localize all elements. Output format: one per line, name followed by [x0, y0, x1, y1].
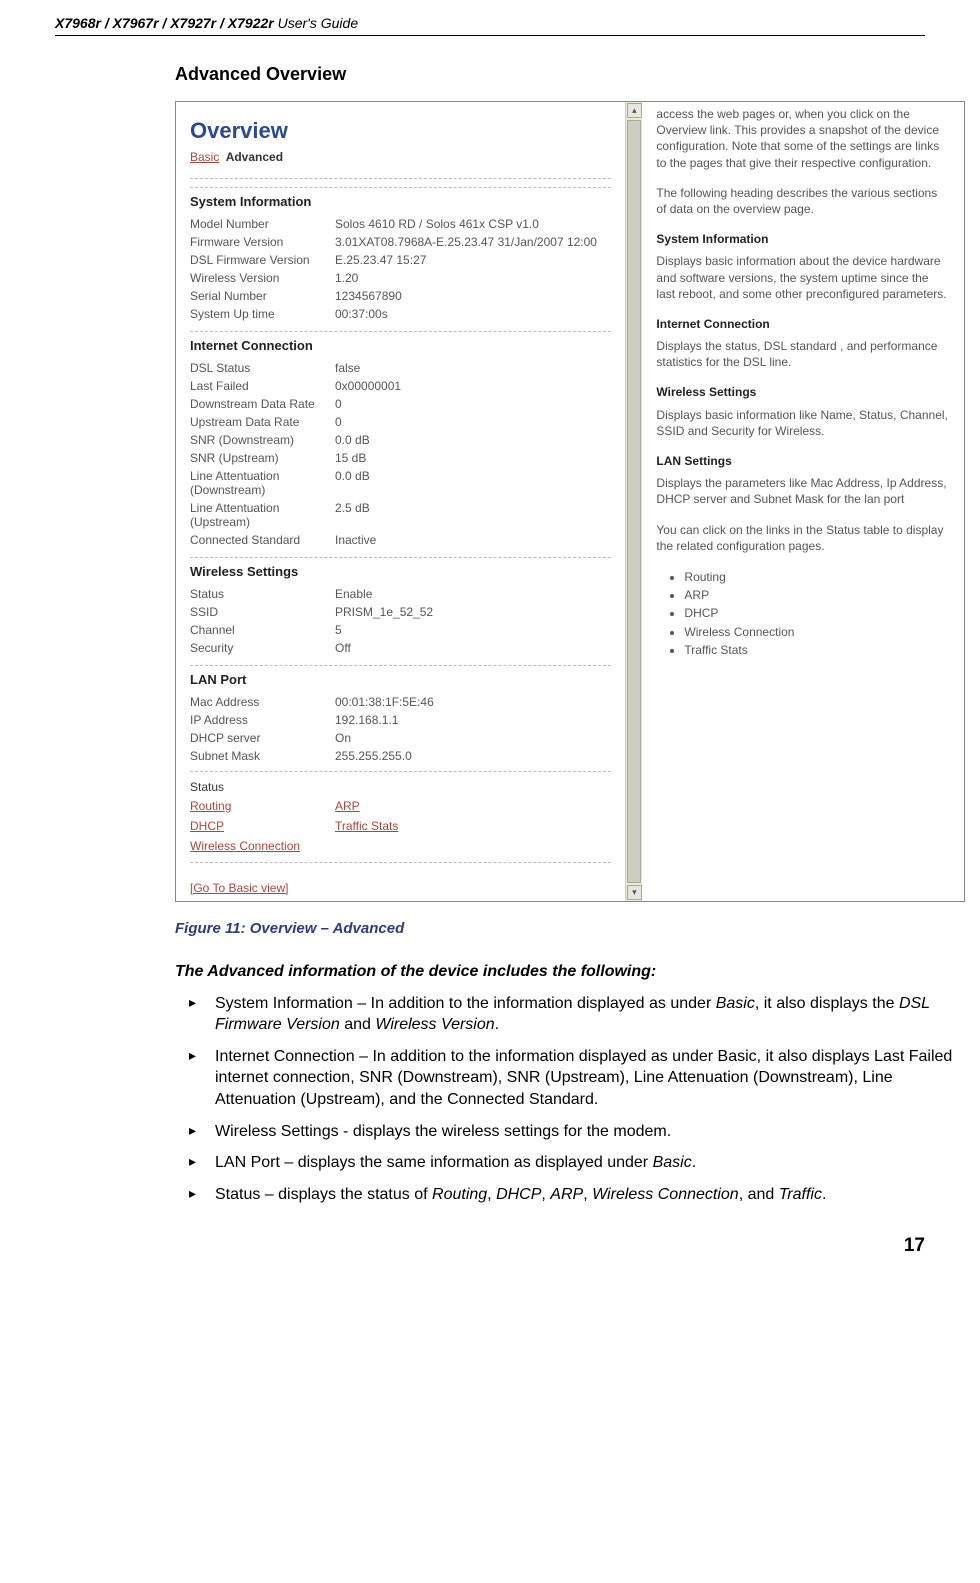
- help-heading: Internet Connection: [656, 316, 950, 332]
- table-row: SSIDPRISM_1e_52_52: [190, 603, 611, 621]
- help-text: Displays basic information about the dev…: [656, 253, 950, 302]
- tab-basic[interactable]: Basic: [190, 150, 219, 164]
- list-item: Traffic Stats: [684, 641, 950, 659]
- help-heading: System Information: [656, 231, 950, 247]
- status-row: DHCP Traffic Stats: [190, 816, 611, 836]
- divider: [190, 862, 611, 863]
- left-pane: Overview Basic Advanced System Informati…: [176, 102, 625, 901]
- status-row: Wireless Connection: [190, 836, 611, 856]
- divider: [190, 178, 611, 179]
- list-item: ARP: [684, 586, 950, 604]
- scrollbar[interactable]: ▴ ▾: [625, 102, 642, 901]
- list-item: Wireless Connection: [684, 623, 950, 641]
- lead-text: The Advanced information of the device i…: [175, 961, 955, 983]
- table-row: Mac Address00:01:38:1F:5E:46: [190, 693, 611, 711]
- status-link-routing[interactable]: Routing: [190, 799, 335, 813]
- table-row: DSL Firmware VersionE.25.23.47 15:27: [190, 251, 611, 269]
- table-row: Upstream Data Rate0: [190, 413, 611, 431]
- table-row: IP Address192.168.1.1: [190, 711, 611, 729]
- wireless-table: StatusEnable SSIDPRISM_1e_52_52 Channel5…: [190, 585, 611, 657]
- table-row: Firmware Version3.01XAT08.7968A-E.25.23.…: [190, 233, 611, 251]
- table-row: DHCP serverOn: [190, 729, 611, 747]
- table-row: StatusEnable: [190, 585, 611, 603]
- body-list: System Information – In addition to the …: [175, 993, 955, 1206]
- scroll-up-icon[interactable]: ▴: [627, 103, 642, 118]
- table-row: Downstream Data Rate0: [190, 395, 611, 413]
- list-item: Routing: [684, 568, 950, 586]
- help-bullets: Routing ARP DHCP Wireless Connection Tra…: [684, 568, 950, 659]
- table-row: SNR (Upstream)15 dB: [190, 449, 611, 467]
- lan-table: Mac Address00:01:38:1F:5E:46 IP Address1…: [190, 693, 611, 765]
- table-row: Channel5: [190, 621, 611, 639]
- inet-heading: Internet Connection: [190, 331, 611, 353]
- table-row: Serial Number1234567890: [190, 287, 611, 305]
- table-row: SecurityOff: [190, 639, 611, 657]
- scroll-down-icon[interactable]: ▾: [627, 885, 642, 900]
- status-link-arp[interactable]: ARP: [335, 799, 360, 813]
- status-link-traffic[interactable]: Traffic Stats: [335, 819, 398, 833]
- sysinfo-table: Model NumberSolos 4610 RD / Solos 461x C…: [190, 215, 611, 323]
- list-item: DHCP: [684, 604, 950, 622]
- help-text: Displays the status, DSL standard , and …: [656, 338, 950, 370]
- status-heading-row: Status: [190, 778, 611, 796]
- list-item: Status – displays the status of Routing,…: [175, 1184, 955, 1206]
- figure-caption: Figure 11: Overview – Advanced: [175, 920, 925, 937]
- body-text: The Advanced information of the device i…: [175, 961, 955, 1205]
- status-link-dhcp[interactable]: DHCP: [190, 819, 335, 833]
- header-models: X7968r / X7967r / X7927r / X7922r: [55, 15, 274, 31]
- table-row: System Up time00:37:00s: [190, 305, 611, 323]
- tabs: Basic Advanced: [190, 150, 611, 164]
- status-row: Routing ARP: [190, 796, 611, 816]
- divider: [190, 771, 611, 772]
- help-text: The following heading describes the vari…: [656, 185, 950, 217]
- table-row: Connected StandardInactive: [190, 531, 611, 549]
- table-row: Line Attentuation (Upstream)2.5 dB: [190, 499, 611, 531]
- right-pane: access the web pages or, when you click …: [642, 102, 964, 901]
- inet-table: DSL Statusfalse Last Failed0x00000001 Do…: [190, 359, 611, 549]
- header-bar: X7968r / X7967r / X7927r / X7922r User's…: [55, 15, 925, 36]
- wireless-heading: Wireless Settings: [190, 557, 611, 579]
- help-text: Displays the parameters like Mac Address…: [656, 475, 950, 507]
- table-row: Subnet Mask255.255.255.0: [190, 747, 611, 765]
- table-row: Line Attentuation (Downstream)0.0 dB: [190, 467, 611, 499]
- list-item: Wireless Settings - displays the wireles…: [175, 1121, 955, 1143]
- table-row: DSL Statusfalse: [190, 359, 611, 377]
- page-number: 17: [55, 1235, 925, 1257]
- sysinfo-heading: System Information: [190, 187, 611, 209]
- table-row: SNR (Downstream)0.0 dB: [190, 431, 611, 449]
- overview-heading: Overview: [190, 118, 611, 144]
- status-link-wireless[interactable]: Wireless Connection: [190, 839, 300, 853]
- list-item: LAN Port – displays the same information…: [175, 1152, 955, 1174]
- help-heading: Wireless Settings: [656, 384, 950, 400]
- section-title: Advanced Overview: [175, 64, 925, 85]
- go-basic-link[interactable]: [Go To Basic view]: [190, 881, 288, 895]
- header-guide: User's Guide: [274, 15, 358, 31]
- page: X7968r / X7967r / X7927r / X7922r User's…: [0, 0, 980, 1277]
- help-text: Displays basic information like Name, St…: [656, 407, 950, 439]
- table-row: Last Failed0x00000001: [190, 377, 611, 395]
- help-heading: LAN Settings: [656, 453, 950, 469]
- help-text: access the web pages or, when you click …: [656, 106, 950, 171]
- table-row: Model NumberSolos 4610 RD / Solos 461x C…: [190, 215, 611, 233]
- table-row: Wireless Version1.20: [190, 269, 611, 287]
- list-item: System Information – In addition to the …: [175, 993, 955, 1036]
- list-item: Internet Connection – In addition to the…: [175, 1046, 955, 1111]
- help-text: You can click on the links in the Status…: [656, 522, 950, 554]
- screenshot: Overview Basic Advanced System Informati…: [175, 101, 965, 902]
- tab-advanced[interactable]: Advanced: [226, 150, 283, 164]
- scroll-thumb[interactable]: [627, 120, 641, 883]
- lan-heading: LAN Port: [190, 665, 611, 687]
